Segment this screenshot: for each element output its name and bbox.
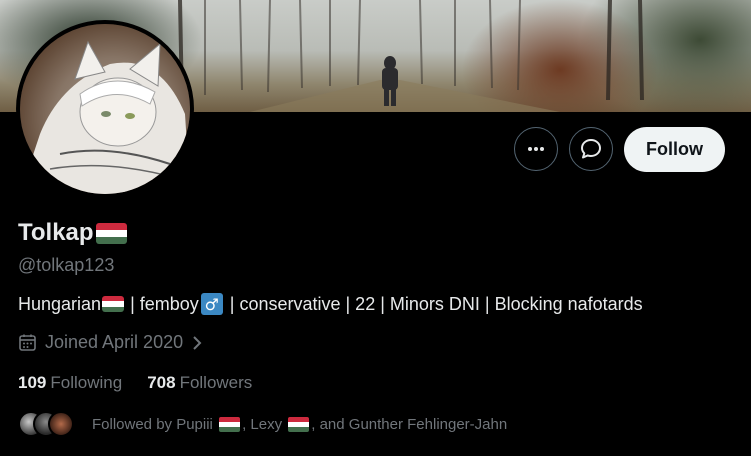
- display-name: Tolkap: [18, 219, 94, 246]
- message-bubble-icon: [581, 139, 601, 159]
- followers-count: 708: [147, 373, 176, 392]
- following-count: 109: [18, 373, 47, 392]
- chevron-right-icon: [193, 335, 202, 350]
- following-label: Following: [50, 373, 123, 392]
- message-button[interactable]: [569, 127, 613, 171]
- profile-bio: Hungarian | femboy ♂ | conservative | 22…: [18, 293, 643, 315]
- followed-by-suffix: , and Gunther Fehlinger-Jahn: [311, 415, 508, 433]
- name-row: Tolkap: [18, 219, 127, 247]
- hungary-flag-icon: [219, 416, 241, 432]
- user-handle: @tolkap123: [18, 255, 115, 275]
- joined-text: Joined April 2020: [45, 332, 184, 352]
- profile-avatar[interactable]: [16, 20, 194, 198]
- followed-by-sep: , Lexy: [242, 415, 287, 433]
- more-options-button[interactable]: [514, 127, 558, 171]
- calendar-icon: [19, 334, 36, 351]
- follow-button[interactable]: Follow: [624, 127, 725, 172]
- mutual-avatars: [18, 411, 80, 437]
- avatar: [48, 411, 74, 437]
- bio-text-1: Hungarian: [18, 293, 102, 314]
- following-link[interactable]: 109 Following: [18, 373, 122, 393]
- joined-date[interactable]: Joined April 2020: [18, 332, 203, 353]
- hungary-flag-icon: [102, 296, 125, 312]
- bio-text-3: | conservative | 22 | Minors DNI | Block…: [224, 293, 643, 314]
- more-dots-icon: [528, 147, 544, 151]
- avatar-image: [20, 24, 190, 194]
- bio-text-2: | femboy: [125, 293, 199, 314]
- followers-label: Followers: [179, 373, 253, 392]
- followed-by[interactable]: Followed by Pupiii , Lexy , and Gunther …: [18, 411, 507, 437]
- hungary-flag-icon: [95, 222, 127, 244]
- followers-link[interactable]: 708 Followers: [147, 373, 252, 393]
- male-symbol-icon: ♂: [200, 293, 223, 315]
- followed-by-prefix: Followed by Pupiii: [92, 415, 218, 433]
- hungary-flag-icon: [288, 416, 310, 432]
- follow-stats: 109 Following 708 Followers: [18, 373, 277, 393]
